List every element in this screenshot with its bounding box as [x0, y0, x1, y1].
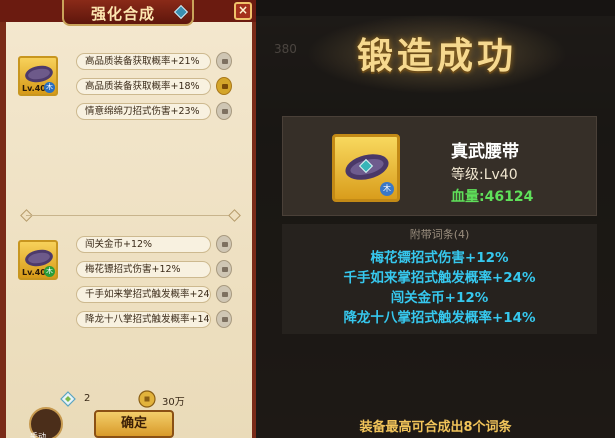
attribute-text: 千手如来掌招式触发概率+24 — [85, 289, 210, 300]
lock-icon[interactable] — [216, 310, 232, 328]
attribute-text: 情意绵绵刀招式伤害+23% — [85, 106, 200, 117]
confirm-button[interactable]: 确定 — [94, 410, 174, 438]
title-plate: 强化合成 — [62, 0, 194, 26]
manual-label: 手动 — [30, 432, 46, 438]
lock-icon[interactable] — [216, 235, 232, 253]
attribute-section: 附带词条(4) 梅花镖招式伤害+12% 千手如来掌招式触发概率+24% 闯关金币… — [282, 224, 597, 334]
lock-icon[interactable] — [216, 285, 232, 303]
equipment-slot-top[interactable]: Lv.40 木 — [18, 56, 58, 96]
attribute-row: 梅花镖招式伤害+12% — [76, 261, 211, 278]
attribute-text: 高品质装备获取概率+18% — [85, 81, 200, 92]
item-card — [282, 116, 597, 216]
attribute-header: 附带词条(4) — [409, 228, 470, 241]
item-level: 等级:Lv40 — [451, 167, 518, 183]
footer-hint: 装备最高可合成出8个词条 — [359, 420, 512, 435]
element-badge-icon: 木 — [44, 266, 55, 277]
lock-icon[interactable] — [216, 260, 232, 278]
attribute-text: 降龙十八掌招式触发概率+14 — [85, 314, 210, 325]
element-badge-icon: 木 — [44, 82, 55, 93]
item-hp: 血量:46124 — [451, 189, 534, 205]
attribute-row: 降龙十八掌招式触发概率+14 — [76, 311, 211, 328]
equipment-slot-bottom[interactable]: Lv.40 木 — [18, 240, 58, 280]
element-badge-icon: 木 — [380, 182, 394, 196]
synthesis-panel: 强化合成 × Lv.40 木 高品质装备获取概率+21% 高品质装备获取概率+1… — [0, 0, 256, 438]
attribute-line: 千手如来掌招式触发概率+24% — [343, 270, 536, 286]
scroll-icon — [60, 391, 76, 407]
coin-cost: 30万 — [162, 397, 185, 408]
panel-title: 强化合成 — [90, 5, 155, 23]
divider — [26, 215, 232, 216]
forge-result-overlay: 380 锻造成功 木 真武腰带 等级:Lv40 血量:46124 附带词条(4)… — [256, 0, 615, 438]
coin-icon — [138, 390, 156, 408]
result-item-slot[interactable]: 木 — [332, 134, 400, 202]
item-level: Lv.40 — [22, 84, 46, 93]
attribute-text: 梅花镖招式伤害+12% — [85, 264, 181, 275]
close-button[interactable]: × — [234, 2, 252, 20]
lock-icon[interactable] — [216, 52, 232, 70]
attribute-row: 闯关金币+12% — [76, 236, 211, 253]
item-name: 真武腰带 — [451, 142, 519, 162]
lock-icon-locked[interactable] — [216, 77, 232, 95]
attribute-line: 降龙十八掌招式触发概率+14% — [343, 310, 536, 326]
attribute-text: 闯关金币+12% — [85, 239, 153, 250]
item-level: Lv.40 — [22, 268, 46, 277]
attribute-line: 闯关金币+12% — [390, 290, 489, 306]
lock-icon[interactable] — [216, 102, 232, 120]
success-title: 锻造成功 — [356, 35, 517, 77]
bottom-bar: 2 30万 手动 确定 — [6, 383, 252, 438]
scroll-count: 2 — [84, 393, 91, 404]
attribute-row: 高品质装备获取概率+21% — [76, 53, 211, 70]
attribute-line: 梅花镖招式伤害+12% — [370, 250, 509, 266]
attribute-row: 高品质装备获取概率+18% — [76, 78, 211, 95]
success-banner: 锻造成功 — [306, 14, 568, 94]
attribute-row: 千手如来掌招式触发概率+24 — [76, 286, 211, 303]
attribute-row: 情意绵绵刀招式伤害+23% — [76, 103, 211, 120]
background-number: 380 — [274, 42, 297, 56]
attribute-text: 高品质装备获取概率+21% — [85, 56, 200, 67]
